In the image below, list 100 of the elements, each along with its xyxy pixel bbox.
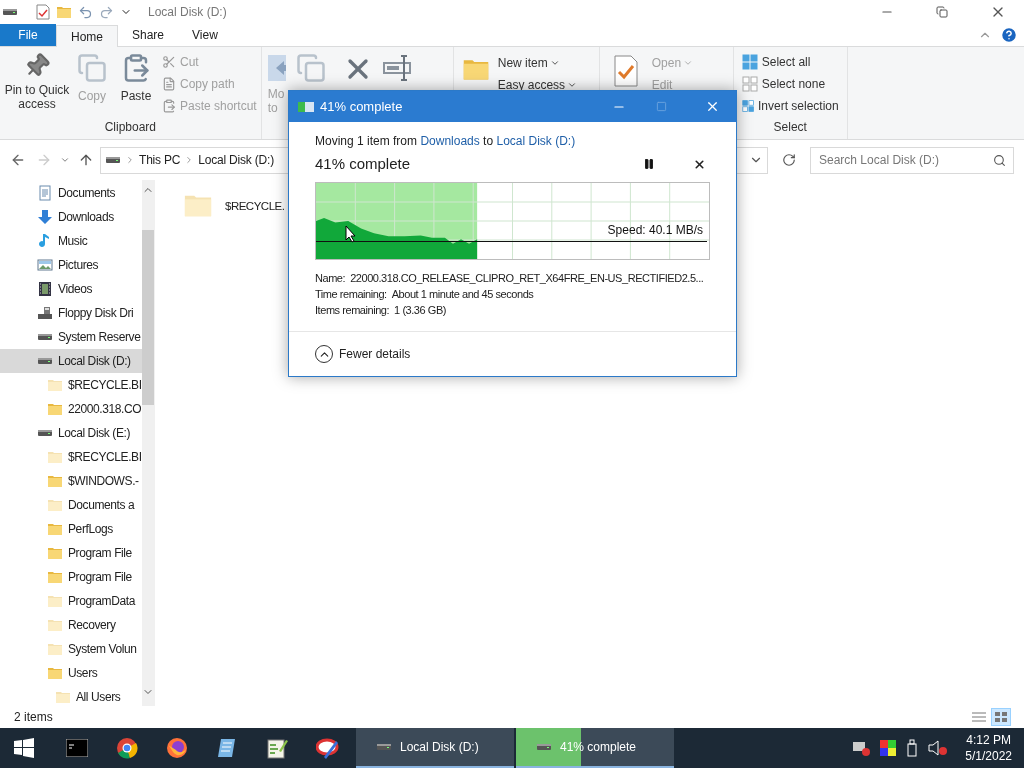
- clock-date[interactable]: 5/1/2022: [965, 748, 1012, 764]
- easy-access-button[interactable]: Easy access: [497, 77, 578, 93]
- clock-time[interactable]: 4:12 PM: [966, 732, 1011, 748]
- scissors-icon: [162, 55, 176, 69]
- restore-icon[interactable]: [936, 6, 948, 18]
- sidebar-item[interactable]: System Reserve: [0, 325, 142, 349]
- transfer-message: Moving 1 item from Downloads to Local Disk (D:): [315, 133, 577, 149]
- dialog-title: 41% complete: [320, 97, 404, 116]
- help-icon[interactable]: [1000, 26, 1018, 44]
- sidebar-item[interactable]: PerfLogs: [0, 517, 142, 541]
- selection-grid-icon: [741, 76, 758, 92]
- breadcrumb[interactable]: This PC: [139, 151, 181, 169]
- select-none-button[interactable]: Select none: [741, 75, 839, 93]
- invert-selection-button[interactable]: Invert selection: [741, 97, 839, 115]
- ribbon-tab[interactable]: Share: [118, 24, 179, 46]
- sidebar-item[interactable]: $RECYCLE.BI: [0, 373, 142, 397]
- cancel-icon[interactable]: [693, 157, 706, 171]
- notebook-icon[interactable]: [216, 737, 238, 759]
- sidebar-item[interactable]: Documents a: [0, 493, 142, 517]
- source-link[interactable]: Downloads: [420, 134, 480, 148]
- detail-label: Time remaining:: [315, 287, 387, 302]
- browser-icon[interactable]: [116, 737, 138, 759]
- up-icon[interactable]: [78, 152, 94, 168]
- sidebar-item[interactable]: 22000.318.CO: [0, 397, 142, 421]
- caret-icon: [549, 58, 560, 68]
- paste-button[interactable]: Paste: [114, 53, 158, 118]
- sidebar-item[interactable]: Recovery: [0, 613, 142, 637]
- folder-item[interactable]: $RECYCLE.: [183, 190, 1024, 220]
- pause-icon[interactable]: [643, 158, 655, 170]
- progress-heading: 41% complete: [315, 153, 412, 174]
- selection-grid-icon: [741, 98, 754, 114]
- detail-value: About 1 minute and 45 seconds: [391, 287, 534, 302]
- destination-link[interactable]: Local Disk (D:): [496, 134, 576, 148]
- caret-icon: [567, 80, 578, 90]
- sidebar-item[interactable]: Downloads: [0, 205, 142, 229]
- sidebar-item[interactable]: $WINDOWS.-: [0, 469, 142, 493]
- drive-icon: [37, 429, 53, 437]
- copy-to-icon: [295, 53, 326, 83]
- sidebar-item[interactable]: ProgramData: [0, 589, 142, 613]
- recent-locations-icon[interactable]: [60, 155, 70, 165]
- ribbon-tab[interactable]: View: [178, 24, 232, 46]
- color-palette-icon[interactable]: [880, 740, 897, 756]
- sidebar-item[interactable]: Pictures: [0, 253, 142, 277]
- window-title: Local Disk (D:): [148, 4, 227, 21]
- properties-check-icon: [613, 55, 638, 87]
- properties-check-icon[interactable]: [36, 4, 50, 20]
- sidebar-item[interactable]: Local Disk (D:): [0, 349, 142, 373]
- new-item-button[interactable]: New item: [497, 55, 578, 71]
- search-icon: [993, 153, 1006, 167]
- drive-icon: [2, 8, 18, 16]
- taskbar-window-button[interactable]: Local Disk (D:): [356, 728, 514, 768]
- sidebar-item[interactable]: Program File: [0, 565, 142, 589]
- speed-label: Speed: 40.1 MB/s: [607, 224, 703, 236]
- sidebar-item[interactable]: Documents: [0, 181, 142, 205]
- new-folder-icon: [56, 4, 72, 20]
- search-field[interactable]: Search Local Disk (D:): [810, 146, 1014, 174]
- mouse-pointer-icon: [345, 225, 357, 243]
- copy-icon: [77, 53, 107, 83]
- breadcrumb[interactable]: Local Disk (D:): [198, 151, 274, 169]
- terminal-icon[interactable]: [66, 739, 88, 757]
- large-icons-view-icon[interactable]: [992, 709, 1010, 725]
- drawing-tool-icon[interactable]: [316, 737, 340, 759]
- usb-drive-icon[interactable]: [906, 739, 919, 757]
- group-label: Clipboard: [103, 119, 158, 136]
- file-menu-tab[interactable]: File: [0, 24, 56, 46]
- fox-browser-icon[interactable]: [166, 737, 188, 759]
- windows-logo-icon[interactable]: [14, 738, 34, 758]
- sidebar-item[interactable]: Program File: [0, 541, 142, 565]
- download-arrow-icon: [37, 209, 53, 225]
- sidebar-item[interactable]: All Users: [0, 685, 142, 709]
- film-icon: [37, 281, 53, 297]
- refresh-icon[interactable]: [782, 153, 796, 167]
- sidebar-item[interactable]: System Volun: [0, 637, 142, 661]
- window-icon: [536, 743, 552, 751]
- transfer-icon: [298, 101, 314, 112]
- detail-value: 1 (3.36 GB): [394, 303, 447, 318]
- floppy-drive-icon: [37, 305, 53, 321]
- ribbon-tab[interactable]: Home: [56, 25, 118, 47]
- sidebar-item[interactable]: Music: [0, 229, 142, 253]
- sidebar-item[interactable]: Local Disk (E:): [0, 421, 142, 445]
- select-all-button[interactable]: Select all: [741, 53, 839, 71]
- window-icon: [376, 743, 392, 751]
- fewer-details-button[interactable]: Fewer details: [315, 345, 411, 363]
- sidebar-item[interactable]: Floppy Disk Dri: [0, 301, 142, 325]
- notepad-icon[interactable]: [266, 737, 288, 759]
- selection-grid-icon: [741, 54, 758, 70]
- shortcut-icon: [162, 99, 176, 113]
- back-icon[interactable]: [10, 152, 26, 168]
- detail-label: Name:: [315, 271, 346, 286]
- caret-icon: [683, 58, 694, 68]
- speaker-muted-icon[interactable]: [928, 740, 949, 756]
- sidebar-item[interactable]: $RECYCLE.BI: [0, 445, 142, 469]
- undo-icon[interactable]: [78, 4, 93, 20]
- sidebar-item[interactable]: Users: [0, 661, 142, 685]
- sidebar-item[interactable]: Videos: [0, 277, 142, 301]
- pin-to-quick-access-button[interactable]: Pin to Quick access: [4, 53, 70, 118]
- drive-icon: [105, 156, 121, 164]
- drive-icon: [37, 357, 53, 365]
- network-error-icon[interactable]: [852, 740, 871, 756]
- close-icon[interactable]: [705, 99, 720, 114]
